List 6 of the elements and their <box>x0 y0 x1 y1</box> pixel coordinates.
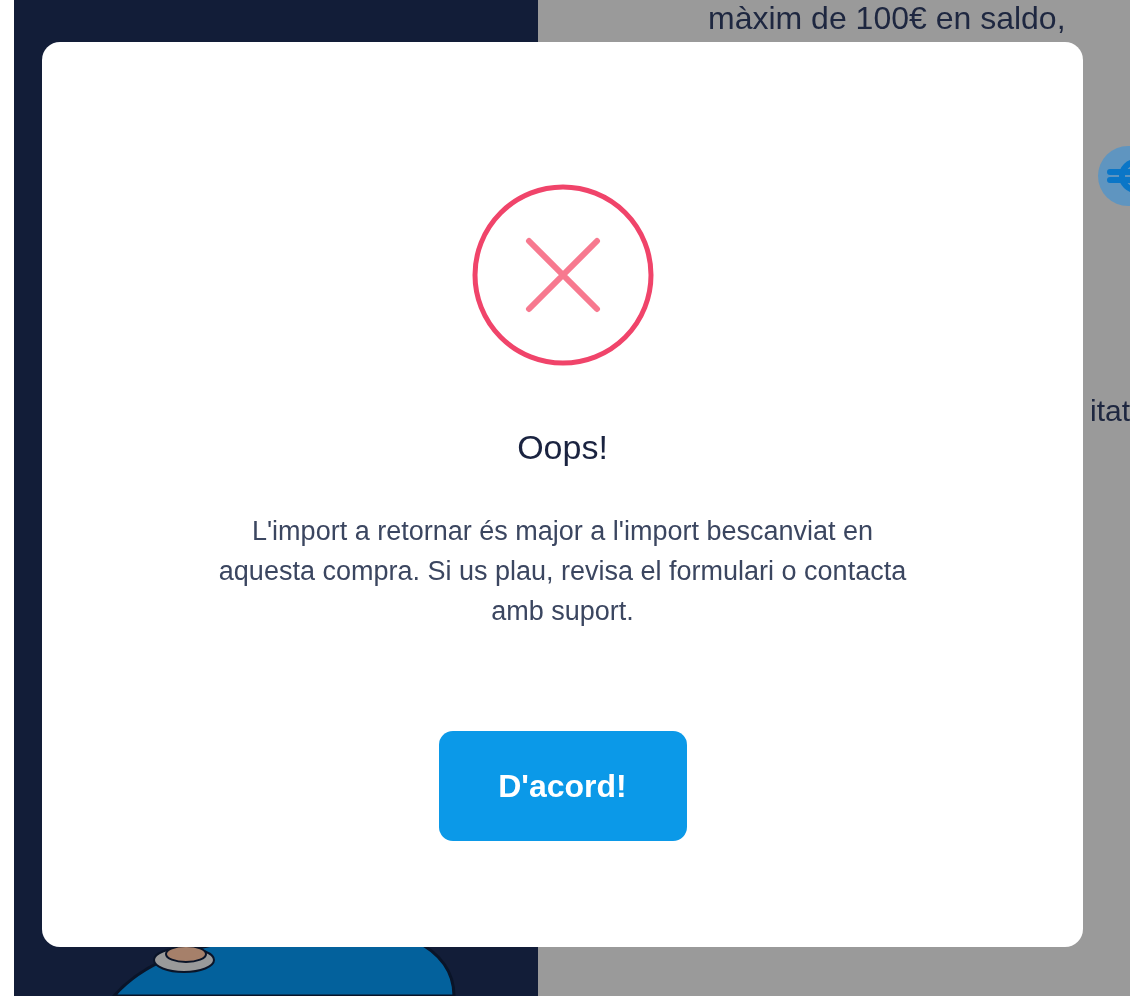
ok-button[interactable]: D'acord! <box>438 731 687 841</box>
background-text: itat <box>1089 393 1130 429</box>
dialog-title: Oops! <box>517 427 608 468</box>
background-text: màxim de 100€ en saldo, <box>708 2 1067 34</box>
error-icon <box>470 183 655 367</box>
dialog-message: L'import a retornar és major a l'import bescanviat en aquesta compra. Si us plau, revisa el formulari o contacta amb suport. <box>217 515 908 628</box>
